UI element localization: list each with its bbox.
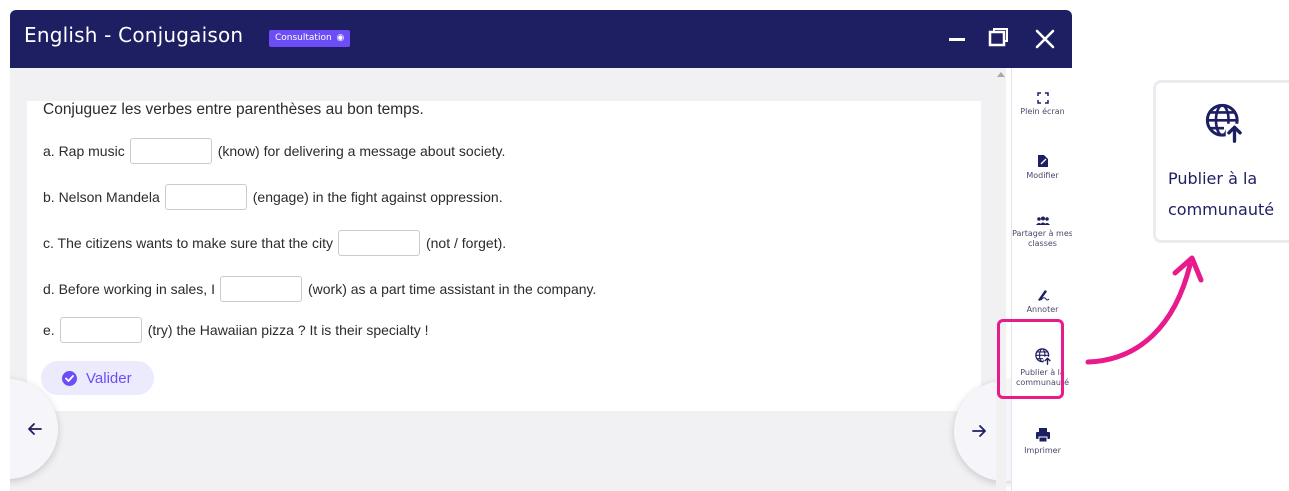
exercise-content: Conjuguez les verbes entre parenthèses a… <box>10 68 1054 491</box>
exercise-window: English - Conjugaison Consultation ◉ Con… <box>10 10 1072 491</box>
validate-button[interactable]: Valider <box>41 361 154 395</box>
tool-sidebar: Plein écran Modifier Partager à mes clas… <box>1011 68 1072 491</box>
eye-icon: ◉ <box>336 33 345 43</box>
sidebar-item-print[interactable]: Imprimer <box>1012 427 1072 456</box>
check-circle-icon <box>62 370 77 386</box>
line-text-before: d. Before working in sales, I <box>43 281 215 297</box>
exercise-instruction: Conjuguez les verbes entre parenthèses a… <box>43 101 424 118</box>
pen-icon <box>1037 290 1049 301</box>
scroll-up-icon[interactable] <box>997 72 1005 77</box>
content-scrollbar[interactable] <box>996 68 1006 491</box>
sidebar-item-fullscreen[interactable]: Plein écran <box>1012 92 1072 117</box>
window-title: English - Conjugaison <box>24 23 244 47</box>
line-text-after: (not / forget). <box>425 235 507 251</box>
validate-label: Valider <box>86 369 132 387</box>
globe-upload-icon <box>1205 103 1245 143</box>
exercise-line-c: c. The citizens wants to make sure that … <box>43 230 506 256</box>
exercise-card: Conjuguez les verbes entre parenthèses a… <box>27 101 981 411</box>
sidebar-item-label: Partager à mes classes <box>1012 229 1072 248</box>
exercise-line-a: a. Rap music (know) for delivering a mes… <box>43 138 505 164</box>
answer-field-e[interactable] <box>59 317 142 343</box>
line-text-before: e. <box>43 322 55 338</box>
consultation-badge: Consultation ◉ <box>269 30 351 47</box>
sidebar-item-label: Imprimer <box>1024 446 1061 455</box>
close-button[interactable] <box>1028 22 1062 56</box>
exercise-line-d: d. Before working in sales, I (work) as … <box>43 276 596 302</box>
line-text-after: (know) for delivering a message about so… <box>217 143 506 159</box>
sidebar-item-annotate[interactable]: Annoter <box>1012 288 1072 315</box>
publish-highlight-frame <box>997 319 1064 399</box>
exercise-line-b: b. Nelson Mandela (engage) in the fight … <box>43 184 503 210</box>
answer-field-b[interactable] <box>164 184 247 210</box>
minimize-icon <box>949 38 965 41</box>
badge-label: Consultation <box>275 33 332 43</box>
sidebar-item-label: Plein écran <box>1020 107 1065 116</box>
line-text-before: b. Nelson Mandela <box>43 189 160 205</box>
line-text-before: c. The citizens wants to make sure that … <box>43 235 333 251</box>
publish-callout: Publier à la communauté <box>1153 80 1289 243</box>
answer-field-c[interactable] <box>337 230 420 256</box>
minimize-button[interactable] <box>940 22 974 56</box>
fullscreen-icon <box>1036 92 1049 104</box>
restore-button[interactable] <box>982 22 1016 56</box>
line-text-before: a. Rap music <box>43 143 125 159</box>
sidebar-item-edit[interactable]: Modifier <box>1012 154 1072 181</box>
sidebar-item-label: Annoter <box>1026 305 1059 314</box>
sidebar-item-label: Modifier <box>1026 171 1059 180</box>
arrow-left-icon <box>28 423 42 435</box>
pointer-arrow <box>1085 255 1204 365</box>
exercise-line-e: e. (try) the Hawaiian pizza ? It is thei… <box>43 317 429 343</box>
answer-field-a[interactable] <box>129 138 212 164</box>
close-icon <box>1035 29 1055 49</box>
line-text-after: (work) as a part time assistant in the c… <box>307 281 597 297</box>
title-bar: English - Conjugaison Consultation ◉ <box>10 10 1072 68</box>
arrow-right-icon <box>972 425 986 437</box>
restore-icon <box>988 28 1008 47</box>
answer-field-d[interactable] <box>219 276 302 302</box>
line-text-after: (try) the Hawaiian pizza ? It is their s… <box>147 322 429 338</box>
sidebar-item-share[interactable]: Partager à mes classes <box>1012 216 1072 249</box>
printer-icon <box>1035 428 1050 443</box>
edit-icon <box>1037 155 1048 167</box>
callout-label: Publier à la communauté <box>1168 169 1275 219</box>
line-text-after: (engage) in the fight against oppression… <box>252 189 503 205</box>
users-icon <box>1035 216 1050 225</box>
